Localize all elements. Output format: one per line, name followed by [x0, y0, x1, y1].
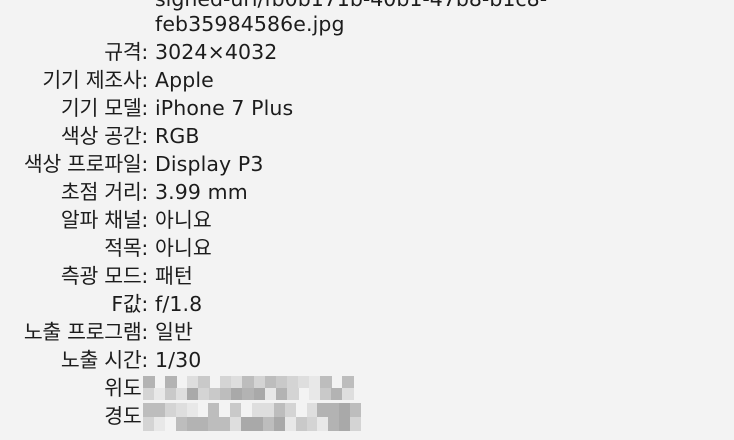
info-panel: signed-uri/fb0b171b-40b1-47b8-b1c8- feb3… [0, 0, 734, 440]
mosaic-cell [219, 416, 231, 431]
row-latitude: 위도: [0, 374, 734, 402]
value-alpha-channel: 아니요 [155, 208, 212, 232]
mosaic-cell [273, 403, 285, 417]
mosaic-cell [197, 416, 209, 431]
value-f-number: f/1.8 [155, 292, 203, 316]
mosaic-cell [273, 416, 285, 431]
row-red-eye: 적목: 아니요 [0, 234, 734, 262]
mosaic-cell [339, 403, 351, 417]
mosaic-cell [198, 376, 211, 388]
row-exposure-time: 노출 시간: 1/30 [0, 346, 734, 374]
row-exposure-program: 노출 프로그램: 일반 [0, 318, 734, 346]
value-device-make: Apple [155, 68, 214, 92]
mosaic-cell [175, 403, 187, 417]
row-longitude: 경도: [0, 402, 734, 430]
mosaic-cell [153, 416, 165, 431]
label-f-number: F값: [111, 292, 148, 316]
redacted-longitude-mosaic [143, 403, 362, 431]
mosaic-cell [143, 403, 154, 417]
mosaic-cell [319, 376, 332, 388]
row-color-profile: 색상 프로파일: Display P3 [0, 150, 734, 178]
value-red-eye: 아니요 [155, 236, 212, 260]
mosaic-cell [230, 416, 242, 431]
row-dimensions: 규격: 3024×4032 [0, 38, 734, 66]
value-exposure-time: 1/30 [155, 348, 202, 372]
row-device-model: 기기 모델: iPhone 7 Plus [0, 94, 734, 122]
value-focal-length: 3.99 mm [155, 180, 248, 204]
row-color-space: 색상 공간: RGB [0, 122, 734, 150]
mosaic-cell [143, 376, 155, 388]
mosaic-cell [175, 416, 187, 431]
row-focal-length: 초점 거리: 3.99 mm [0, 178, 734, 206]
mosaic-cell [341, 388, 354, 400]
mosaic-cell [317, 403, 329, 417]
mosaic-cell [252, 403, 263, 417]
file-name-value: feb35984586e.jpg [155, 12, 345, 36]
value-device-model: iPhone 7 Plus [155, 96, 294, 120]
mosaic-cell [252, 416, 263, 431]
redacted-latitude-mosaic [143, 376, 354, 400]
mosaic-cell [165, 376, 178, 388]
mosaic-cell [230, 403, 242, 417]
mosaic-cell [341, 376, 354, 388]
mosaic-cell [286, 388, 299, 400]
mosaic-cell [306, 416, 318, 431]
mosaic-cell [306, 403, 318, 417]
mosaic-cell [186, 403, 198, 417]
mosaic-cell [328, 416, 340, 431]
label-longitude: 경도: [104, 404, 148, 428]
mosaic-cell [350, 403, 362, 417]
value-exposure-program: 일반 [155, 320, 193, 344]
mosaic-cell [164, 403, 176, 417]
mosaic-cell [339, 416, 351, 431]
mosaic-cell [186, 416, 198, 431]
label-metering-mode: 측광 모드: [60, 264, 148, 288]
value-metering-mode: 패턴 [155, 264, 193, 288]
row-metering-mode: 측광 모드: 패턴 [0, 262, 734, 290]
label-alpha-channel: 알파 채널: [60, 208, 148, 232]
row-device-make: 기기 제조사: Apple [0, 66, 734, 94]
mosaic-cell [208, 403, 220, 417]
label-color-profile: 색상 프로파일: [23, 152, 148, 176]
mosaic-cell [317, 416, 329, 431]
label-dimensions: 규격: [104, 40, 148, 64]
mosaic-cell [350, 416, 362, 431]
label-exposure-program: 노출 프로그램: [23, 320, 148, 344]
label-color-space: 색상 공간: [60, 124, 148, 148]
label-exposure-time: 노출 시간: [60, 348, 148, 372]
label-device-make: 기기 제조사: [42, 68, 148, 92]
mosaic-cell [153, 403, 165, 417]
file-name-row: feb35984586e.jpg [0, 10, 734, 38]
mosaic-cell [262, 403, 274, 417]
mosaic-cell [284, 416, 296, 431]
value-dimensions: 3024×4032 [155, 40, 278, 64]
value-color-profile: Display P3 [155, 152, 264, 176]
mosaic-cell [295, 416, 307, 431]
mosaic-cell [208, 416, 220, 431]
mosaic-cell [241, 416, 253, 431]
mosaic-cell [284, 403, 296, 417]
label-latitude: 위도: [104, 376, 148, 400]
row-alpha-channel: 알파 채널: 아니요 [0, 206, 734, 234]
mosaic-cell [262, 416, 274, 431]
row-f-number: F값: f/1.8 [0, 290, 734, 318]
mosaic-cell [328, 403, 340, 417]
label-device-model: 기기 모델: [60, 96, 148, 120]
value-color-space: RGB [155, 124, 200, 148]
mosaic-cell [143, 416, 154, 431]
label-focal-length: 초점 거리: [60, 180, 148, 204]
label-red-eye: 적목: [104, 236, 148, 260]
